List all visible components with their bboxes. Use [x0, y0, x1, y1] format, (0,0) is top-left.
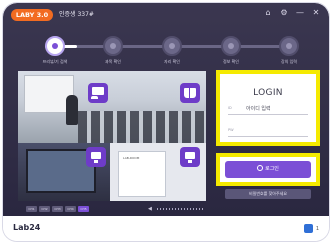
- speaker-icon: ◀: [148, 206, 152, 212]
- preview-collage: LAB-ROOM: [18, 71, 206, 201]
- login-button-label: 로그인: [265, 166, 279, 172]
- step-dot: [279, 36, 299, 56]
- login-button-highlight: 로그인: [216, 153, 320, 186]
- minimize-icon[interactable]: —: [295, 8, 305, 18]
- presenter-icon: [88, 83, 108, 103]
- find-password-button[interactable]: 비밀번호를 찾아주세요: [225, 189, 311, 199]
- settings-icon[interactable]: ⚙: [279, 8, 289, 18]
- password-input[interactable]: [246, 127, 306, 134]
- home-icon[interactable]: ⌂: [263, 8, 273, 18]
- step-1: 프리뷰/기 검색: [25, 36, 85, 65]
- id-underline: [228, 114, 308, 115]
- step-label: 프리뷰/기 검색: [42, 59, 68, 64]
- title-bar: LABY 3.0 인증생 337# ⌂ ⚙ — ✕: [3, 3, 329, 25]
- step-2: 과목 확인: [83, 36, 143, 65]
- step-4: 정보 확인: [201, 36, 261, 65]
- channel-selector: CH1 CH2 CH3 CH4 CH5: [26, 206, 89, 212]
- students-figure: [78, 111, 206, 143]
- channel-chip-selected[interactable]: CH5: [78, 206, 89, 212]
- app-window: LABY 3.0 인증생 337# ⌂ ⚙ — ✕ 프리뷰/기 검색 과목 확인: [3, 3, 329, 241]
- id-input[interactable]: 아이디 입력: [246, 105, 271, 112]
- tablet-icon: [180, 147, 200, 167]
- main-panel: LABY 3.0 인증생 337# ⌂ ⚙ — ✕ 프리뷰/기 검색 과목 확인: [3, 3, 329, 216]
- step-dot: [162, 36, 182, 56]
- footer-label: 1: [315, 225, 319, 232]
- step-5: 강의 입력: [259, 36, 319, 65]
- book-icon: [180, 83, 200, 103]
- id-label: ID: [228, 106, 232, 110]
- step-dot: [103, 36, 123, 56]
- brand-logo: Lab24: [13, 223, 41, 232]
- window-controls: ⌂ ⚙ — ✕: [263, 8, 321, 18]
- volume-control[interactable]: ◀: [148, 206, 208, 212]
- step-label: 자리 확인: [164, 59, 180, 64]
- monitor-icon: [86, 147, 106, 167]
- teacher-figure: [66, 95, 78, 125]
- pw-underline: [228, 136, 308, 137]
- step-3: 자리 확인: [142, 36, 202, 65]
- login-icon: [257, 165, 264, 171]
- login-form: LOGIN ID 아이디 입력 PW: [216, 70, 320, 146]
- lecture-photo: [18, 71, 206, 143]
- close-icon[interactable]: ✕: [311, 8, 321, 18]
- volume-slider[interactable]: [157, 208, 205, 210]
- channel-chip[interactable]: CH2: [39, 206, 50, 212]
- document-text: LAB-ROOM: [123, 156, 140, 160]
- step-dot-active: [45, 36, 65, 56]
- login-button[interactable]: 로그인: [225, 161, 311, 178]
- app-logo: LABY 3.0: [11, 9, 53, 21]
- step-label: 강의 입력: [281, 59, 297, 64]
- progress-stepper: 프리뷰/기 검색 과목 확인 자리 확인 정보 확인 강의 입력: [25, 36, 307, 66]
- document-page: LAB-ROOM: [118, 151, 166, 197]
- step-label: 과목 확인: [105, 59, 121, 64]
- login-title: LOGIN: [253, 88, 283, 98]
- app-badge-icon: [303, 224, 313, 233]
- step-dot: [221, 36, 241, 56]
- footer-right: 1: [303, 224, 319, 233]
- step-label: 정보 확인: [223, 59, 239, 64]
- channel-chip[interactable]: CH1: [26, 206, 37, 212]
- pw-label: PW: [228, 128, 234, 132]
- channel-chip[interactable]: CH3: [52, 206, 63, 212]
- channel-chip[interactable]: CH4: [65, 206, 76, 212]
- footer: Lab24 1: [3, 216, 329, 241]
- app-title: 인증생 337#: [59, 11, 94, 18]
